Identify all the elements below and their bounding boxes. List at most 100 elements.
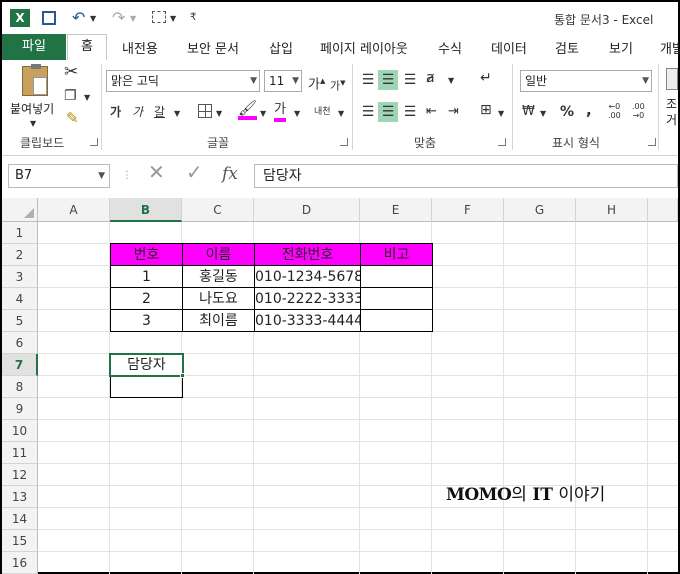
tab-view[interactable]: 보기 — [609, 38, 633, 57]
paste-dropdown-icon[interactable]: ▼ — [30, 116, 36, 132]
format-painter-icon[interactable]: ✎ — [66, 110, 79, 126]
row-header-1[interactable]: 1 — [2, 222, 38, 244]
column-header-g[interactable]: G — [504, 198, 576, 222]
tab-my[interactable]: 내전용 — [122, 38, 158, 57]
borders-icon[interactable] — [198, 104, 212, 118]
number-format-combo[interactable]: 일반 ▼ — [520, 70, 652, 92]
table-cell[interactable]: 최이름 — [182, 309, 255, 332]
table-cell[interactable]: 3 — [110, 309, 183, 332]
column-header-b[interactable]: B — [110, 198, 182, 222]
font-color-icon[interactable]: 가 — [274, 102, 286, 122]
customize-icon[interactable]: ₹ — [190, 10, 196, 26]
table-header-cell[interactable]: 전화번호 — [254, 243, 361, 266]
table-cell[interactable]: 1 — [110, 265, 183, 288]
table-cell[interactable] — [360, 309, 433, 332]
formula-input[interactable]: 담당자 — [254, 164, 678, 188]
insert-function-button[interactable]: fx — [222, 166, 238, 183]
column-header-h[interactable]: H — [576, 198, 648, 222]
text-wrap-dropdown-icon[interactable]: ▼ — [338, 106, 344, 122]
conditional-format-icon[interactable] — [666, 68, 678, 90]
accounting-format-icon[interactable]: ₩ — [522, 104, 535, 120]
chevron-down-icon[interactable]: ▼ — [250, 71, 257, 91]
paste-icon[interactable] — [22, 64, 48, 96]
italic-button[interactable]: 가 — [132, 104, 143, 120]
row-header-13[interactable]: 13 — [2, 486, 38, 508]
tab-home[interactable]: 홈 — [67, 34, 107, 61]
excel-icon[interactable]: X — [10, 9, 30, 27]
table-cell[interactable] — [360, 265, 433, 288]
chevron-down-icon[interactable]: ▼ — [292, 71, 299, 91]
tab-page-layout[interactable]: 페이지 레이아웃 — [320, 38, 408, 57]
tab-security-doc[interactable]: 보안 문서 — [187, 38, 239, 57]
accounting-dropdown-icon[interactable]: ▼ — [540, 106, 546, 122]
wrap-text-icon[interactable]: ↵ — [480, 70, 492, 86]
redo-icon[interactable]: ↷ — [112, 10, 125, 26]
font-name-combo[interactable]: 맑은 고딕 ▼ — [106, 70, 260, 92]
row-header-4[interactable]: 4 — [2, 288, 38, 310]
worksheet-grid[interactable]: A B C D E F G H 1 2 3 4 5 6 7 8 9 10 11 … — [2, 198, 678, 574]
grow-font-icon[interactable]: 가▲ — [308, 73, 325, 93]
chevron-down-icon[interactable]: ▼ — [642, 71, 649, 91]
row-header-15[interactable]: 15 — [2, 530, 38, 552]
decrease-decimal-icon[interactable]: .00 →0 — [632, 102, 645, 120]
column-header-a[interactable]: A — [38, 198, 110, 222]
fill-color-icon[interactable]: 🖌 — [238, 100, 258, 120]
row-header-8[interactable]: 8 — [2, 376, 38, 398]
table-cell[interactable] — [360, 287, 433, 310]
alignment-dialog-launcher-icon[interactable] — [498, 138, 506, 146]
increase-indent-icon[interactable]: ⇥ — [448, 104, 459, 120]
selected-cell-b7[interactable]: 담당자 — [109, 353, 184, 377]
decrease-indent-icon[interactable]: ⇤ — [426, 104, 437, 120]
table-cell[interactable]: 010-2222-3333 — [254, 287, 361, 310]
comma-button[interactable]: , — [586, 102, 592, 118]
align-center-icon[interactable]: ☰ — [378, 102, 398, 122]
shrink-font-icon[interactable]: 가▼ — [330, 75, 346, 95]
fill-color-dropdown-icon[interactable]: ▼ — [260, 106, 266, 122]
percent-button[interactable]: % — [560, 104, 574, 120]
increase-decimal-icon[interactable]: ←0.00 — [608, 102, 621, 120]
select-all-corner[interactable] — [2, 198, 38, 222]
align-bottom-icon[interactable]: ☰ — [400, 70, 420, 90]
font-color-dropdown-icon[interactable]: ▼ — [294, 106, 300, 122]
paste-button[interactable]: 붙여넣기 — [10, 100, 54, 117]
align-left-icon[interactable]: ☰ — [358, 102, 378, 122]
selection-icon[interactable] — [152, 11, 166, 23]
chevron-down-icon[interactable]: ▼ — [98, 165, 105, 187]
row-header-14[interactable]: 14 — [2, 508, 38, 530]
orientation-dropdown-icon[interactable]: ▼ — [448, 73, 454, 89]
underline-button[interactable]: 갈 — [154, 104, 165, 120]
confirm-entry-icon[interactable]: ✓ — [186, 162, 203, 182]
tab-formulas[interactable]: 수식 — [438, 38, 462, 57]
row-header-3[interactable]: 3 — [2, 266, 38, 288]
table-cell[interactable]: 나도요 — [182, 287, 255, 310]
font-size-combo[interactable]: 11 ▼ — [264, 70, 302, 92]
copy-icon[interactable]: ❐ — [64, 88, 77, 104]
bold-button[interactable]: 가 — [110, 104, 121, 120]
tab-review[interactable]: 검토 — [555, 38, 579, 57]
font-dialog-launcher-icon[interactable] — [340, 138, 348, 146]
row-header-16[interactable]: 16 — [2, 552, 38, 574]
borders-dropdown-icon[interactable]: ▼ — [216, 106, 222, 122]
table-cell[interactable]: 010-3333-4444 — [254, 309, 361, 332]
merge-center-icon[interactable]: ⊞ — [480, 102, 492, 118]
align-middle-icon[interactable]: ☰ — [378, 70, 398, 90]
underline-dropdown-icon[interactable]: ▼ — [174, 106, 180, 122]
row-header-10[interactable]: 10 — [2, 420, 38, 442]
table-cell[interactable]: 2 — [110, 287, 183, 310]
table-header-cell[interactable]: 비고 — [360, 243, 433, 266]
column-header-partial[interactable] — [648, 198, 678, 222]
table-header-cell[interactable]: 이름 — [182, 243, 255, 266]
tab-data[interactable]: 데이터 — [491, 38, 527, 57]
row-header-9[interactable]: 9 — [2, 398, 38, 420]
name-box[interactable]: B7 ▼ — [8, 164, 110, 188]
table-cell[interactable]: 010-1234-5678 — [254, 265, 361, 288]
selection-dropdown-icon[interactable]: ▼ — [170, 11, 176, 27]
tab-file[interactable]: 파일 — [2, 34, 66, 60]
fill-handle[interactable] — [180, 373, 185, 378]
cancel-entry-icon[interactable]: ✕ — [148, 162, 165, 182]
align-top-icon[interactable]: ☰ — [358, 70, 378, 90]
row-header-5[interactable]: 5 — [2, 310, 38, 332]
tab-developer[interactable]: 개발 — [660, 38, 680, 57]
undo-icon[interactable]: ↶ — [72, 10, 85, 26]
row-header-12[interactable]: 12 — [2, 464, 38, 486]
